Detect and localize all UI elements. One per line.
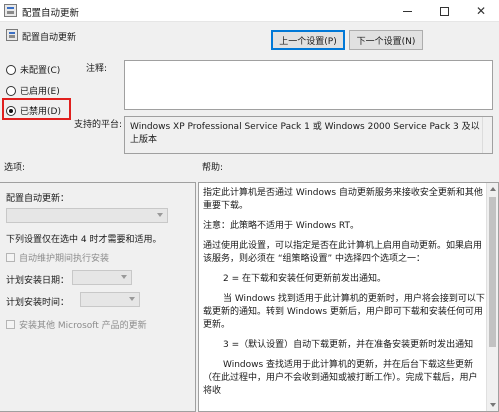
checkbox-label: 安装其他 Microsoft 产品的更新	[19, 321, 147, 331]
radio-button[interactable]	[6, 64, 16, 75]
help-paragraph: Windows 查找适用于此计算机的更新，并在后台下载这些更新（在此过程中，用户…	[203, 360, 478, 396]
scroll-thumb[interactable]	[489, 197, 496, 347]
chevron-down-icon	[129, 297, 135, 301]
maintenance-install-checkbox[interactable]: 自动维护期间执行安装	[6, 251, 109, 264]
help-paragraph: 2 = 在下载和安装任何更新前发出通知。	[223, 274, 386, 284]
radio-button[interactable]	[6, 85, 16, 96]
help-paragraph: 当 Windows 找到适用于此计算机的更新时，用户将会接到可以下载更新的通知。…	[203, 294, 485, 330]
policy-icon	[6, 29, 18, 41]
checkbox-label: 自动维护期间执行安装	[19, 254, 110, 264]
minimize-icon	[402, 10, 412, 12]
close-icon: ✕	[475, 4, 487, 18]
chevron-down-icon	[121, 275, 127, 279]
radio-not-configured[interactable]: 未配置(C)	[6, 63, 60, 76]
policy-icon	[4, 4, 17, 17]
radio-label: 已启用(E)	[20, 87, 60, 97]
schedule-day-dropdown[interactable]	[72, 270, 132, 285]
maximize-icon	[439, 6, 449, 16]
annotation-highlight	[2, 98, 71, 120]
help-paragraph: 通过使用此设置，可以指定是否在此计算机上启用自动更新。如果启用该服务，则必须在 …	[203, 241, 483, 264]
minimize-button[interactable]	[388, 0, 426, 22]
other-products-checkbox[interactable]: 安装其他 Microsoft 产品的更新	[6, 318, 147, 331]
note-textarea[interactable]	[124, 60, 493, 110]
maximize-button[interactable]	[425, 0, 463, 22]
help-scrollbar[interactable]	[486, 183, 498, 411]
note-label: 注释:	[86, 64, 108, 74]
platform-field: Windows XP Professional Service Pack 1 或…	[124, 116, 493, 154]
platform-value: Windows XP Professional Service Pack 1 或…	[130, 122, 480, 145]
configure-updates-dropdown[interactable]	[6, 208, 168, 223]
checkbox[interactable]	[6, 253, 15, 262]
settings-note: 下列设置仅在选中 4 时才需要和适用。	[6, 235, 162, 245]
schedule-time-dropdown[interactable]	[80, 292, 140, 307]
checkbox[interactable]	[6, 320, 15, 329]
configure-updates-label: 配置自动更新：	[6, 194, 70, 204]
next-setting-button[interactable]: 下一个设置(N)	[349, 30, 423, 50]
help-text: 指定此计算机是否通过 Windows 自动更新服务来接收安全更新和其他重要下载。…	[203, 187, 485, 405]
window-title: 配置自动更新	[22, 8, 80, 19]
schedule-time-label: 计划安装时间：	[6, 298, 70, 308]
setting-title: 配置自动更新	[22, 33, 77, 43]
platform-scrollbar[interactable]	[482, 117, 492, 153]
chevron-down-icon	[157, 213, 163, 217]
schedule-day-label: 计划安装日期：	[6, 276, 70, 286]
scroll-down-icon[interactable]	[490, 403, 496, 407]
platform-label: 支持的平台:	[74, 120, 123, 130]
title-bar: 配置自动更新 ✕	[0, 0, 499, 22]
help-paragraph: 注意：此策略不适用于 Windows RT。	[203, 221, 359, 231]
help-section-label: 帮助:	[202, 163, 224, 173]
previous-setting-button[interactable]: 上一个设置(P)	[271, 30, 345, 50]
close-button[interactable]: ✕	[462, 0, 499, 22]
options-section-label: 选项:	[4, 163, 26, 173]
scroll-up-icon[interactable]	[490, 187, 496, 191]
radio-label: 未配置(C)	[20, 66, 61, 76]
radio-enabled[interactable]: 已启用(E)	[6, 84, 60, 97]
help-paragraph: 指定此计算机是否通过 Windows 自动更新服务来接收安全更新和其他重要下载。	[203, 188, 483, 211]
help-paragraph: 3 =（默认设置）自动下载更新，并在准备安装更新时发出通知	[223, 340, 474, 350]
